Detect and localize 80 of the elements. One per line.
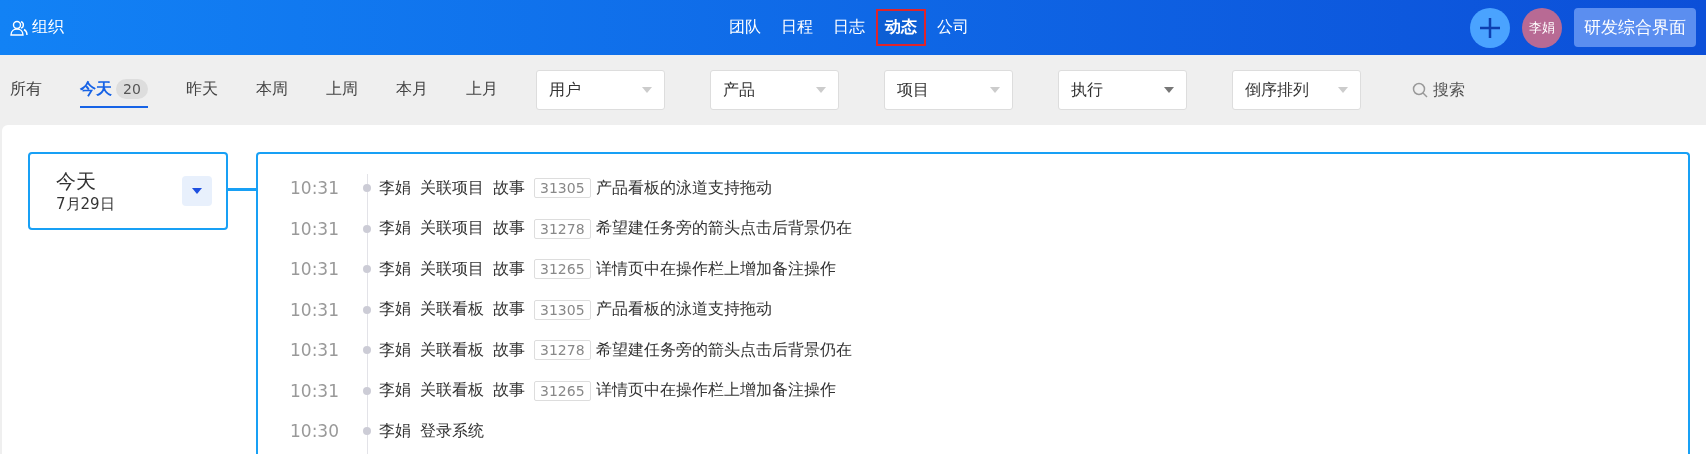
entry-type: 故事 — [493, 218, 525, 240]
entry-title-link[interactable]: 详情页中在操作栏上增加备注操作 — [595, 258, 836, 280]
add-button[interactable] — [1470, 7, 1510, 48]
caret-icon — [641, 87, 652, 93]
entry-id: 31305 — [534, 299, 591, 320]
timeline-dot — [363, 265, 371, 274]
nav-tab[interactable]: 日程 — [772, 9, 822, 46]
entry-actor: 李娟 — [379, 380, 411, 402]
nav-tab[interactable]: 团队 — [720, 9, 770, 46]
entry-action: 关联项目 — [420, 218, 484, 240]
entry-type: 故事 — [493, 299, 525, 321]
caret-icon — [1163, 87, 1174, 93]
filter-dropdown[interactable]: 项目 — [883, 70, 1013, 110]
people-icon — [10, 19, 28, 36]
entry-id: 31278 — [534, 340, 591, 361]
filter-dropdown[interactable]: 产品 — [709, 70, 839, 110]
timeline-dot — [363, 224, 371, 233]
period-tab[interactable]: 所有 — [10, 72, 42, 108]
period-tab[interactable]: 上周 — [325, 72, 358, 108]
entry-actor: 李娟 — [379, 258, 411, 280]
entry-actor: 李娟 — [379, 420, 411, 442]
entry-actor: 李娟 — [379, 339, 411, 361]
search-icon — [1411, 82, 1428, 98]
search-button[interactable]: 搜索 — [1405, 78, 1471, 102]
entry-time: 10:31 — [290, 178, 340, 199]
entry-time: 10:31 — [290, 259, 340, 280]
period-tab[interactable]: 今天 20 — [80, 72, 148, 108]
entry-time: 10:31 — [290, 380, 340, 401]
day-title: 今天 — [56, 168, 97, 195]
period-tab[interactable]: 上月 — [465, 72, 498, 108]
period-tab[interactable]: 本月 — [395, 72, 428, 108]
nav-tab[interactable]: 动态 — [876, 9, 926, 46]
filter-dropdown[interactable]: 倒序排列 — [1231, 70, 1361, 110]
entry-type: 故事 — [493, 380, 525, 402]
entry-title-link[interactable]: 详情页中在操作栏上增加备注操作 — [595, 380, 836, 402]
entry-action: 关联看板 — [420, 339, 484, 361]
entry-type: 故事 — [493, 177, 525, 199]
user-avatar[interactable]: 李娟 — [1522, 7, 1562, 48]
caret-icon — [192, 188, 202, 194]
timeline-dot — [363, 386, 371, 395]
entry-title-link[interactable]: 产品看板的泳道支持拖动 — [595, 299, 772, 321]
entry-actor: 李娟 — [379, 299, 411, 321]
entry-time: 10:31 — [290, 340, 340, 361]
timeline-dot — [363, 346, 371, 355]
entry-type: 故事 — [493, 339, 525, 361]
timeline-dot — [363, 427, 371, 436]
expand-button[interactable] — [182, 176, 212, 206]
entry-time: 10:31 — [290, 218, 340, 239]
day-date: 7月29日 — [56, 195, 116, 214]
plus-icon — [1478, 15, 1502, 40]
entry-id: 31265 — [534, 380, 591, 401]
org-link[interactable]: 组织 — [32, 17, 64, 38]
nav-tab[interactable]: 日志 — [824, 9, 874, 46]
entry-actor: 李娟 — [379, 177, 411, 199]
filter-dropdown[interactable]: 用户 — [535, 70, 665, 110]
entry-id: 31305 — [534, 178, 591, 199]
entry-action: 登录系统 — [420, 420, 484, 442]
caret-icon — [1337, 87, 1348, 93]
entry-action: 关联看板 — [420, 299, 484, 321]
entry-actor: 李娟 — [379, 218, 411, 240]
count-badge: 20 — [116, 79, 148, 99]
caret-icon — [815, 87, 826, 93]
timeline-dot — [363, 184, 371, 193]
entry-id: 31278 — [534, 218, 591, 239]
entry-id: 31265 — [534, 259, 591, 280]
filter-dropdown[interactable]: 执行 — [1057, 70, 1187, 110]
caret-icon — [989, 87, 1000, 93]
period-tab[interactable]: 昨天 — [185, 72, 218, 108]
entry-type: 故事 — [493, 258, 525, 280]
entry-title-link[interactable]: 产品看板的泳道支持拖动 — [595, 177, 772, 199]
nav-tab[interactable]: 公司 — [928, 9, 978, 46]
period-tab[interactable]: 本周 — [255, 72, 288, 108]
entry-action: 关联项目 — [420, 177, 484, 199]
entry-time: 10:30 — [290, 421, 340, 442]
entry-title-link[interactable]: 希望建任务旁的箭头点击后背景仍在 — [595, 218, 852, 240]
entry-action: 关联项目 — [420, 258, 484, 280]
timeline-dot — [363, 305, 371, 314]
entry-title-link[interactable]: 希望建任务旁的箭头点击后背景仍在 — [595, 339, 852, 361]
entry-action: 关联看板 — [420, 380, 484, 402]
entry-time: 10:31 — [290, 299, 340, 320]
